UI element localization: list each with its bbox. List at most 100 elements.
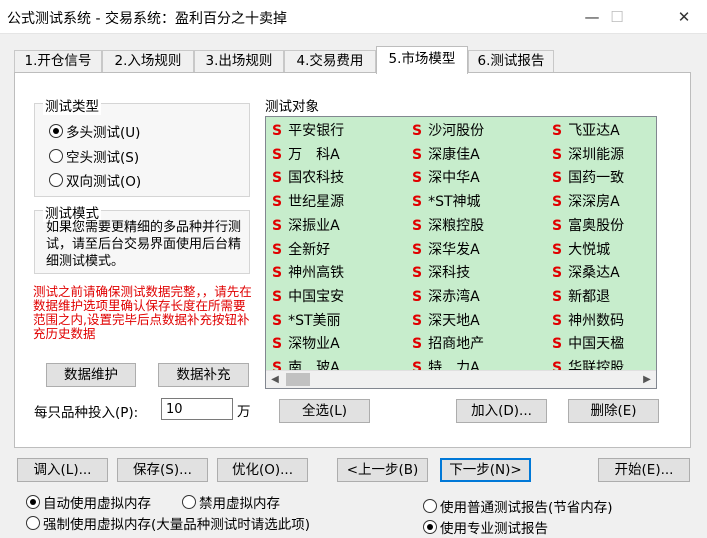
target-item[interactable]: S *ST美丽 [272,310,341,332]
target-name: 深桑达A [568,265,620,282]
target-name: 深天地A [428,312,480,329]
target-item[interactable]: S 中国宝安 [272,286,344,308]
target-name: 世纪星源 [288,194,345,211]
scroll-thumb[interactable] [286,373,310,386]
target-item[interactable]: S 国药一致 [552,167,624,189]
target-item[interactable]: S 深康佳A [412,144,480,166]
title-bar: 公式测试系统 - 交易系统：盈利百分之十卖掉 — ☐ ✕ [0,0,707,34]
select-all-button[interactable]: 全选(L) [279,399,370,423]
radio-dot [49,173,63,187]
stock-marker: S [412,265,423,282]
stock-marker: S [412,217,423,234]
target-name: 神州数码 [568,312,625,329]
target-name: 深康佳A [428,146,480,163]
target-item[interactable]: S 国农科技 [272,167,344,189]
target-item[interactable]: S 深振业A [272,215,340,237]
tab-market-model[interactable]: 5.市场模型 [376,46,468,74]
stock-marker: S [272,170,283,187]
maximize-button[interactable]: ☐ [594,0,640,34]
target-item[interactable]: S 全新好 [272,239,330,261]
radio-auto-virtual-memory[interactable]: 自动使用虚拟内存 [26,492,151,512]
stock-marker: S [272,241,283,258]
tab-trading-fees[interactable]: 4.交易费用 [284,50,376,73]
save-button[interactable]: 保存(S)... [117,458,208,482]
target-item[interactable]: S 深物业A [272,333,340,355]
optimize-button[interactable]: 优化(O)... [217,458,308,482]
add-button[interactable]: 加入(D)... [456,399,547,423]
stock-marker: S [412,336,423,353]
radio-force-virtual-memory[interactable]: 强制使用虚拟内存(大量品种测试时请选此项) [26,513,310,533]
target-item[interactable]: S 深粮控股 [412,215,484,237]
target-name: 深中华A [428,170,480,187]
target-item[interactable]: S 深桑达A [552,262,620,284]
tab-test-report[interactable]: 6.测试报告 [468,50,554,73]
target-item[interactable]: S 深赤湾A [412,286,480,308]
target-name: 国药一致 [568,170,625,187]
tab-open-signal[interactable]: 1.开仓信号 [14,50,102,73]
target-name: 招商地产 [428,336,485,353]
target-item[interactable]: S 世纪星源 [272,191,344,213]
window-title: 公式测试系统 - 交易系统：盈利百分之十卖掉 [7,11,287,27]
target-item[interactable]: S 神州高铁 [272,262,344,284]
target-item[interactable]: S 平安银行 [272,120,344,142]
invest-amount-input[interactable] [161,398,233,420]
target-item[interactable]: S 大悦城 [552,239,610,261]
data-supplement-button[interactable]: 数据补充 [158,363,249,387]
radio-normal-report[interactable]: 使用普通测试报告(节省内存) [423,496,613,516]
target-item[interactable]: S 万 科A [272,144,340,166]
start-button[interactable]: 开始(E)... [598,458,690,482]
tab-exit-rules[interactable]: 3.出场规则 [194,50,284,73]
prev-step-button[interactable]: <上一步(B) [337,458,428,482]
target-item[interactable]: S *ST神城 [412,191,481,213]
delete-button[interactable]: 删除(E) [568,399,659,423]
targets-listbox[interactable]: S 平安银行 S 沙河股份 S 飞亚达A S 万 科A S 深康佳A S 深圳能源 S 国农科技 S 深中华A… [265,116,657,389]
scroll-right-icon[interactable]: ▶ [640,373,654,387]
stock-marker: S [412,146,423,163]
radio-dot [49,124,63,138]
horizontal-scrollbar[interactable]: ◀ ▶ [266,370,656,388]
stock-marker: S [412,194,423,211]
target-item[interactable]: S 深中华A [412,167,480,189]
radio-dot [26,495,40,509]
target-name: 大悦城 [568,241,611,258]
stock-marker: S [412,288,423,305]
target-name: 深振业A [288,217,340,234]
radio-pro-report[interactable]: 使用专业测试报告 [423,517,548,537]
target-name: 深赤湾A [428,288,480,305]
target-item[interactable]: S 富奥股份 [552,215,624,237]
radio-disable-virtual-memory[interactable]: 禁用虚拟内存 [182,492,280,512]
target-name: 富奥股份 [568,217,625,234]
invest-label: 每只品种投入(P): [34,405,139,421]
target-item[interactable]: S 深圳能源 [552,144,624,166]
target-item[interactable]: S 飞亚达A [552,120,620,142]
stock-marker: S [552,241,563,258]
target-item[interactable]: S 新都退 [552,286,610,308]
radio-both-test[interactable]: 双向测试(O) [49,170,141,190]
target-name: 沙河股份 [428,123,485,139]
tab-entry-rules[interactable]: 2.入场规则 [102,50,194,73]
import-button[interactable]: 调入(L)... [17,458,108,482]
target-name: 深物业A [288,336,340,353]
radio-dot [182,495,196,509]
target-item[interactable]: S 深科技 [412,262,470,284]
target-name: 中国天楹 [568,336,625,353]
close-button[interactable]: ✕ [661,0,707,34]
target-item[interactable]: S 沙河股份 [412,120,484,142]
stock-marker: S [272,336,283,353]
stock-marker: S [412,123,423,139]
target-item[interactable]: S 中国天楹 [552,333,624,355]
target-item[interactable]: S 神州数码 [552,310,624,332]
radio-long-test[interactable]: 多头测试(U) [49,121,140,141]
next-step-button[interactable]: 下一步(N)> [440,458,531,482]
stock-marker: S [272,194,283,211]
target-item[interactable]: S 深天地A [412,310,480,332]
radio-short-test[interactable]: 空头测试(S) [49,146,139,166]
radio-dot [423,499,437,513]
targets-label: 测试对象 [265,99,319,115]
target-item[interactable]: S 招商地产 [412,333,484,355]
data-maintain-button[interactable]: 数据维护 [46,363,136,387]
market-model-panel: 测试类型 多头测试(U) 空头测试(S) 双向测试(O) 测试模式 如果您需要更… [14,72,691,448]
target-item[interactable]: S 深华发A [412,239,480,261]
scroll-left-icon[interactable]: ◀ [268,373,282,387]
target-item[interactable]: S 深深房A [552,191,620,213]
